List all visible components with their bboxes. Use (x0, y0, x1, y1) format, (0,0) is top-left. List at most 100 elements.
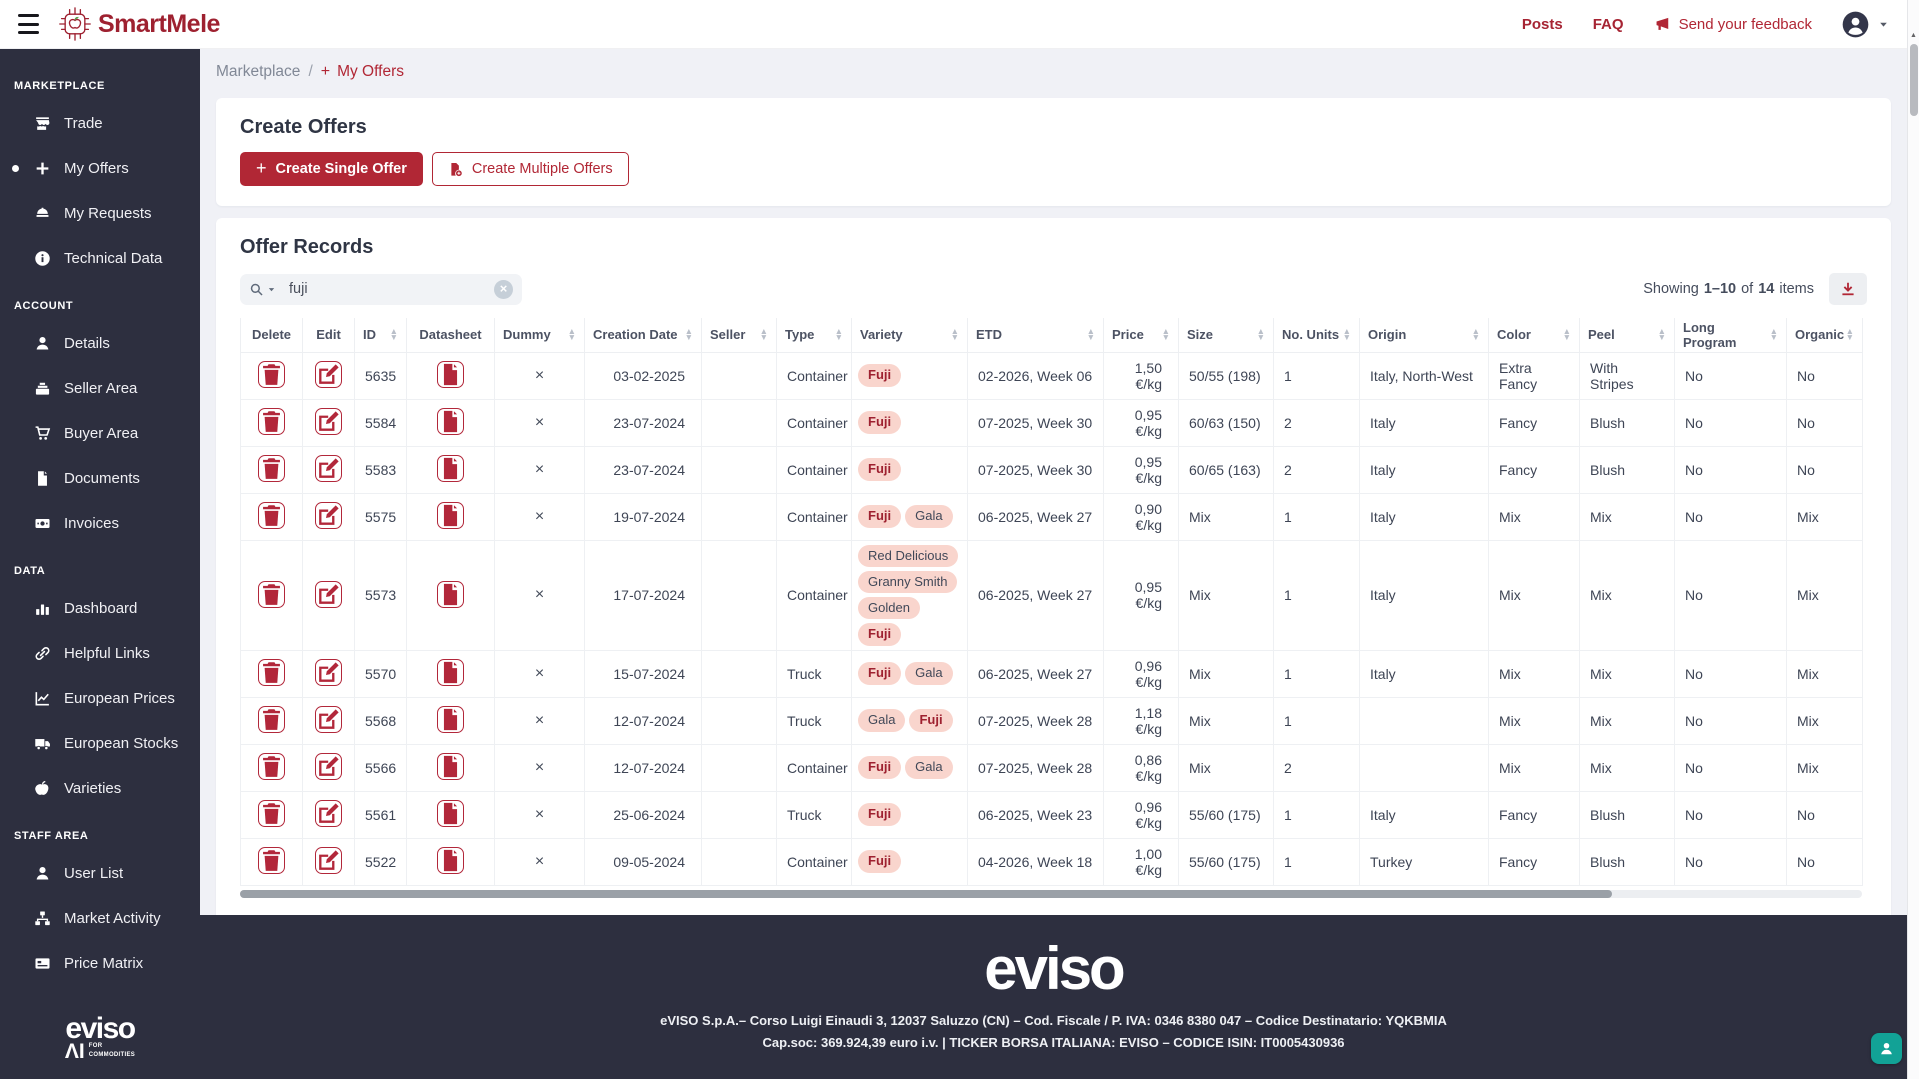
horizontal-scrollbar[interactable] (240, 889, 1862, 898)
column-header-organic[interactable]: Organic ▲ ▼ (1786, 318, 1863, 353)
truck-icon (35, 739, 50, 751)
user-menu-button[interactable] (1842, 11, 1889, 38)
sidebar-item-my-requests[interactable]: My Requests (0, 191, 200, 236)
edit-offer-button[interactable] (315, 659, 342, 686)
peel-cell: Mix (1579, 539, 1675, 651)
sidebar-item-invoices[interactable]: Invoices (0, 501, 200, 546)
delete-offer-button[interactable] (258, 455, 285, 482)
sidebar-item-european-prices[interactable]: European Prices (0, 676, 200, 721)
datasheet-button[interactable] (437, 753, 464, 780)
column-header-color[interactable]: Color ▲ ▼ (1488, 318, 1580, 353)
edit-offer-button[interactable] (315, 408, 342, 435)
posts-link[interactable]: Posts (1522, 16, 1563, 33)
sidebar-item-buyer-area[interactable]: Buyer Area (0, 411, 200, 456)
column-header-no-units[interactable]: No. Units ▲ ▼ (1273, 318, 1360, 353)
delete-offer-button[interactable] (258, 408, 285, 435)
delete-offer-button[interactable] (258, 361, 285, 388)
faq-link[interactable]: FAQ (1593, 16, 1624, 33)
navbar-links: Posts FAQ Send your feedback (1522, 11, 1889, 38)
variety-cell: Fuji Gala (851, 649, 968, 698)
edit-offer-button[interactable] (315, 361, 342, 388)
feedback-link[interactable]: Send your feedback (1654, 16, 1812, 33)
datasheet-button[interactable] (437, 502, 464, 529)
datasheet-button[interactable] (437, 580, 464, 608)
organic-cell: Mix (1786, 743, 1863, 792)
sidebar-item-market-activity[interactable]: Market Activity (0, 896, 200, 941)
delete-offer-button[interactable] (258, 847, 285, 874)
seller-cell (701, 837, 777, 886)
type-cell: Truck (776, 696, 852, 745)
datasheet-button[interactable] (437, 706, 464, 733)
eviso-logo-ai: ΛI (64, 1040, 85, 1064)
column-header-long-program[interactable]: Long Program ▲ ▼ (1674, 318, 1787, 353)
search-input[interactable]: fuji × (240, 273, 522, 305)
column-header-variety[interactable]: Variety ▲ ▼ (851, 318, 968, 353)
datasheet-button[interactable] (437, 361, 464, 388)
peel-cell: Mix (1579, 696, 1675, 745)
units-cell: 1 (1273, 649, 1360, 698)
column-header-creation-date[interactable]: Creation Date ▲ ▼ (584, 318, 702, 353)
variety-cell: Fuji (851, 398, 968, 447)
datasheet-button[interactable] (437, 800, 464, 827)
column-header-peel[interactable]: Peel ▲ ▼ (1579, 318, 1675, 353)
sidebar-item-seller-area[interactable]: Seller Area (0, 366, 200, 411)
breadcrumb-my-offers-link[interactable]: + My Offers (321, 63, 404, 81)
delete-offer-button[interactable] (258, 706, 285, 733)
origin-cell: Italy (1359, 492, 1489, 541)
sidebar-item-trade[interactable]: Trade (0, 101, 200, 146)
user-icon (36, 867, 49, 880)
sidebar-item-technical-data[interactable]: Technical Data (0, 236, 200, 281)
sidebar-item-my-offers[interactable]: My Offers (0, 146, 200, 191)
edit-offer-button[interactable] (315, 706, 342, 733)
sidebar-item-documents[interactable]: Documents (0, 456, 200, 501)
breadcrumb-marketplace-link[interactable]: Marketplace (216, 63, 300, 81)
column-header-seller[interactable]: Seller ▲ ▼ (701, 318, 777, 353)
create-single-offer-button[interactable]: + Create Single Offer (240, 152, 423, 186)
horizontal-scrollbar-thumb[interactable] (240, 889, 1612, 898)
vertical-scrollbar[interactable]: ▲ (1907, 0, 1919, 1079)
chat-widget-button[interactable] (1871, 1033, 1902, 1064)
delete-offer-button[interactable] (258, 659, 285, 686)
brand-logo[interactable]: SmartMele (58, 5, 220, 43)
sort-arrows-icon: ▲ ▼ (1086, 326, 1095, 342)
column-header-origin[interactable]: Origin ▲ ▼ (1359, 318, 1489, 353)
sidebar-item-price-matrix[interactable]: Price Matrix (0, 941, 200, 986)
datasheet-button[interactable] (437, 847, 464, 874)
clear-search-button[interactable]: × (494, 279, 513, 299)
edit-offer-button[interactable] (315, 800, 342, 827)
column-header-type[interactable]: Type ▲ ▼ (776, 318, 852, 353)
sidebar-item-varieties[interactable]: Varieties (0, 766, 200, 811)
delete-offer-button[interactable] (258, 502, 285, 529)
units-cell: 2 (1273, 445, 1360, 494)
column-header-size[interactable]: Size ▲ ▼ (1178, 318, 1274, 353)
datasheet-button[interactable] (437, 659, 464, 686)
delete-offer-button[interactable] (258, 753, 285, 780)
edit-offer-button[interactable] (315, 455, 342, 482)
scroll-up-arrow-icon[interactable]: ▲ (1908, 32, 1919, 39)
datasheet-button[interactable] (437, 455, 464, 482)
delete-offer-button[interactable] (258, 580, 285, 608)
search-value[interactable]: fuji (289, 281, 308, 297)
column-header-dummy[interactable]: Dummy ▲ ▼ (494, 318, 585, 353)
edit-offer-button[interactable] (315, 847, 342, 874)
sidebar-item-details[interactable]: Details (0, 321, 200, 366)
sidebar-item-dashboard[interactable]: Dashboard (0, 586, 200, 631)
datasheet-icon (443, 849, 458, 872)
create-multiple-offers-button[interactable]: Create Multiple Offers (431, 152, 629, 186)
edit-icon (319, 709, 339, 729)
column-header-etd[interactable]: ETD ▲ ▼ (967, 318, 1104, 353)
datasheet-button[interactable] (437, 408, 464, 435)
menu-button[interactable] (18, 14, 42, 34)
download-button[interactable] (1829, 273, 1867, 305)
edit-offer-button[interactable] (315, 580, 342, 608)
column-header-price[interactable]: Price ▲ ▼ (1103, 318, 1179, 353)
column-header-id[interactable]: ID ▲ ▼ (354, 318, 407, 353)
edit-offer-button[interactable] (315, 502, 342, 529)
sidebar-item-user-list[interactable]: User List (0, 851, 200, 896)
edit-offer-button[interactable] (315, 753, 342, 780)
sidebar-item-helpful-links[interactable]: Helpful Links (0, 631, 200, 676)
vertical-scrollbar-thumb[interactable] (1910, 44, 1918, 116)
delete-offer-button[interactable] (258, 800, 285, 827)
sidebar-item-european-stocks[interactable]: European Stocks (0, 721, 200, 766)
color-cell: Extra Fancy (1488, 351, 1580, 400)
